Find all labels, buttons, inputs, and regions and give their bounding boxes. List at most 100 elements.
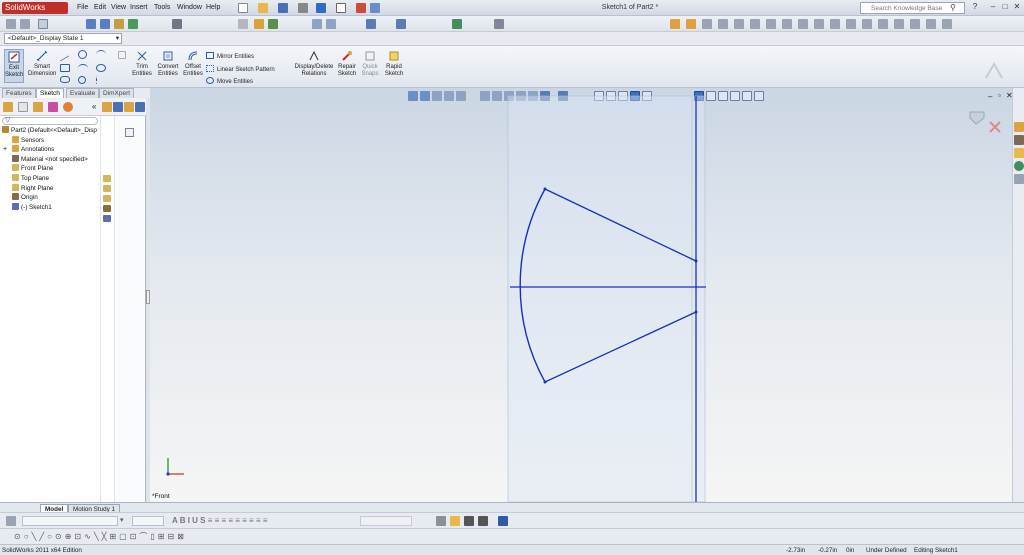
sketch-tool-icons[interactable]: ⊙○╲╱○⊙⊕⊡∿╲╳⊞▢⊡⌒▯⊞⊟⊠ [14, 531, 187, 542]
toolbar-icon[interactable] [702, 19, 712, 29]
toolbar-icon[interactable] [830, 19, 840, 29]
circle-icon[interactable] [78, 50, 87, 59]
custom-properties-icon[interactable] [1014, 174, 1024, 184]
print-icon[interactable] [298, 3, 308, 13]
tree-node-material[interactable]: Material <not specified> [0, 154, 100, 165]
dimxpert-manager-icon[interactable] [48, 102, 58, 112]
minimize-button[interactable]: – [988, 2, 998, 13]
line-icon[interactable] [60, 48, 69, 62]
tree-node-part[interactable]: Part2 (Default<<Default>_Disp [0, 126, 100, 136]
panel-icon[interactable] [113, 102, 123, 112]
feature-manager-icon[interactable] [3, 102, 13, 112]
tab-features[interactable]: Features [2, 88, 36, 98]
maximize-button[interactable]: □ [1000, 2, 1010, 13]
toolbar-icon[interactable] [766, 19, 776, 29]
graphics-area[interactable]: – ▫ ✕ *Front [150, 88, 1013, 502]
menu-edit[interactable]: Edit [94, 4, 106, 11]
line-format-icon[interactable] [100, 19, 110, 29]
toolbar-icon[interactable] [718, 19, 728, 29]
color-icon[interactable] [128, 19, 138, 29]
help-button[interactable]: ? [970, 2, 980, 13]
toolbar-icon[interactable] [238, 19, 248, 29]
chevron-down-icon[interactable]: ▾ [116, 34, 119, 42]
repair-sketch-button[interactable]: Repair Sketch [337, 50, 357, 78]
view-orientation-icon[interactable] [366, 19, 376, 29]
tree-node-annotations[interactable]: + Annotations [0, 145, 100, 155]
rebuild-icon[interactable] [356, 3, 366, 13]
toolbar-icon[interactable] [670, 19, 680, 29]
convert-entities-button[interactable]: Convert Entities [155, 50, 181, 78]
tree-node-right-plane[interactable]: Right Plane [0, 183, 100, 194]
tab-dimxpert[interactable]: DimXpert [99, 88, 135, 98]
select-icon[interactable] [336, 3, 346, 13]
tree-node-origin[interactable]: Origin [0, 193, 100, 203]
line-format-icon[interactable] [86, 19, 96, 29]
chevron-down-icon[interactable]: ▾ [120, 516, 130, 526]
collapse-panel-icon[interactable]: « [92, 102, 96, 111]
select-tool-icon[interactable] [38, 19, 48, 29]
rectangle-icon[interactable] [60, 64, 70, 72]
tree-filter-input[interactable]: ▽ [2, 117, 98, 125]
appearance-icon[interactable] [452, 19, 462, 29]
spline-icon[interactable] [96, 50, 106, 59]
design-library-icon[interactable] [1014, 135, 1024, 145]
options-icon[interactable] [370, 3, 380, 13]
display-delete-relations-button[interactable]: Display/Delete Relations [294, 50, 334, 78]
format-icon[interactable] [436, 516, 446, 526]
solidworks-logo[interactable]: SolidWorks [2, 2, 68, 14]
move-entities-button[interactable]: Move Entities [206, 77, 253, 85]
toolbar-icon[interactable] [782, 19, 792, 29]
appearances-icon[interactable] [1014, 161, 1024, 171]
toolbar-icon[interactable] [798, 19, 808, 29]
arc-icon[interactable] [78, 64, 88, 72]
font-size-dropdown[interactable] [132, 516, 164, 526]
layer-icon[interactable] [114, 19, 124, 29]
property-manager-icon[interactable] [18, 102, 28, 112]
toolbar-icon[interactable] [686, 19, 696, 29]
rapid-sketch-button[interactable]: Rapid Sketch [383, 50, 405, 78]
tree-node-top-plane[interactable]: Top Plane [0, 173, 100, 184]
toolbar-icon[interactable] [894, 19, 904, 29]
font-dropdown[interactable] [22, 516, 118, 526]
zoom-icon[interactable] [312, 19, 322, 29]
toolbar-icon[interactable] [926, 19, 936, 29]
menu-tools[interactable]: Tools [154, 4, 170, 11]
menu-file[interactable]: File [77, 4, 88, 11]
tree-node-sensors[interactable]: Sensors [0, 135, 100, 146]
panel-icon[interactable] [102, 102, 112, 112]
tab-evaluate[interactable]: Evaluate [66, 88, 100, 98]
close-button[interactable]: ✕ [1012, 2, 1022, 13]
polygon-icon[interactable] [78, 76, 86, 84]
menu-window[interactable]: Window [177, 4, 202, 11]
mirror-entities-button[interactable]: Mirror Entities [206, 52, 254, 60]
sketch-tool-icon[interactable] [6, 19, 16, 29]
configuration-dropdown[interactable]: <Default>_Display State 1 ▾ [4, 33, 122, 44]
line-thickness-icon[interactable] [464, 516, 474, 526]
save-icon[interactable] [278, 3, 288, 13]
sketch-tool-icon[interactable] [20, 19, 30, 29]
menu-insert[interactable]: Insert [130, 4, 148, 11]
ellipse-icon[interactable] [96, 64, 106, 72]
toolbar-icon[interactable] [814, 19, 824, 29]
zoom-icon[interactable] [326, 19, 336, 29]
display-manager-icon[interactable] [63, 102, 73, 112]
toolbar-icon[interactable] [750, 19, 760, 29]
sum-icon[interactable] [172, 19, 182, 29]
checkbox[interactable] [125, 128, 134, 137]
slot-icon[interactable] [60, 76, 70, 83]
tab-sketch[interactable]: Sketch [36, 88, 64, 98]
panel-icon[interactable] [124, 102, 134, 112]
line-width-dropdown[interactable] [360, 516, 412, 526]
line-style-icon[interactable] [478, 516, 488, 526]
menu-help[interactable]: Help [206, 4, 220, 11]
grid-icon[interactable] [118, 51, 126, 59]
toolbar-icon[interactable] [734, 19, 744, 29]
toolbar-icon[interactable] [878, 19, 888, 29]
resources-icon[interactable] [1014, 122, 1024, 132]
display-style-icon[interactable] [396, 19, 406, 29]
offset-entities-button[interactable]: Offset Entities [181, 50, 205, 78]
expand-icon[interactable]: + [3, 145, 7, 155]
undo-icon[interactable] [316, 3, 326, 13]
menu-view[interactable]: View [111, 4, 126, 11]
tree-node-front-plane[interactable]: Front Plane [0, 164, 100, 174]
